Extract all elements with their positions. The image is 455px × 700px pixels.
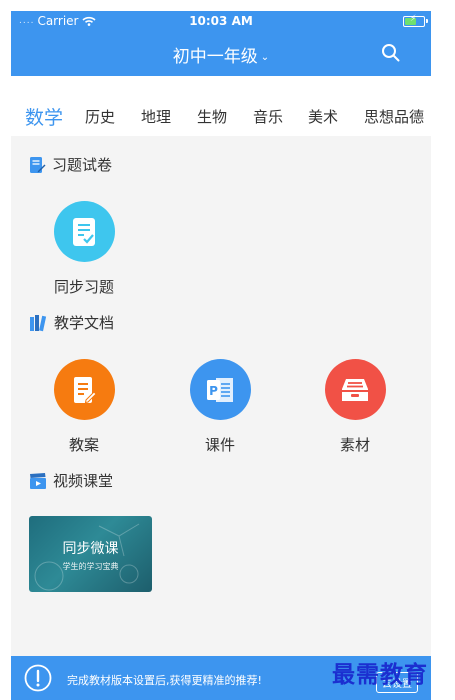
section-exercises-title: 习题试卷 (29, 154, 112, 175)
tile-icon-circle (324, 359, 386, 420)
tab-math[interactable]: 数学 (25, 103, 63, 130)
section-title-text: 教学文档 (54, 314, 115, 332)
banner-text: 完成教材版本设置后,获得更精准的推荐! (67, 674, 262, 687)
video-card-title: 同步微课 (62, 541, 119, 557)
materials-tile[interactable]: 素材 (295, 359, 415, 455)
section-documents-title: 教学文档 (29, 312, 114, 333)
section-title-text: 习题试卷 (52, 156, 113, 174)
tab-biology[interactable]: 生物 (197, 106, 227, 127)
lesson-plan-icon (74, 376, 97, 403)
watermark-logo: 最需教育 (332, 661, 428, 688)
section-videos-title: 视频课堂 (29, 470, 113, 491)
phone-screen: .... Carrier 10:03 AM ⚡ 初中一年级 ⌄ 数学 历史 地理… (11, 11, 431, 700)
battery-icon: ⚡ (403, 14, 425, 27)
tile-icon-circle (53, 201, 115, 262)
tile-label: 教案 (68, 436, 99, 454)
archive-box-icon (342, 378, 368, 401)
tab-music[interactable]: 音乐 (253, 106, 283, 127)
tab-geography[interactable]: 地理 (141, 106, 171, 127)
powerpoint-icon: P (207, 377, 233, 402)
section-title-text: 视频课堂 (53, 472, 114, 490)
checklist-icon (73, 217, 95, 246)
charging-icon: ⚡ (410, 14, 417, 24)
grade-selector[interactable]: 初中一年级 ⌄ (11, 42, 431, 67)
status-time: 10:03 AM (189, 14, 253, 28)
chevron-down-icon: ⌄ (260, 52, 270, 63)
books-icon (30, 314, 47, 331)
micro-lesson-card[interactable]: 同步微课 学生的学习宝典 (29, 516, 152, 592)
tab-history[interactable]: 历史 (85, 106, 115, 127)
tile-icon-circle: P (189, 359, 251, 420)
sync-exercises-tile[interactable]: 同步习题 (24, 201, 144, 297)
lesson-plan-tile[interactable]: 教案 (24, 359, 144, 455)
subject-tabs: 数学 历史 地理 生物 音乐 美术 思想品德 (11, 76, 431, 136)
status-bar: .... Carrier 10:03 AM ⚡ (11, 11, 431, 31)
tile-label: 同步习题 (53, 278, 114, 296)
document-edit-icon (30, 156, 46, 173)
grade-title: 初中一年级 (172, 47, 258, 67)
tab-art[interactable]: 美术 (308, 106, 338, 127)
top-bar: .... Carrier 10:03 AM ⚡ 初中一年级 ⌄ (11, 11, 431, 76)
video-card-subtitle: 学生的学习宝典 (62, 562, 119, 571)
tile-label: 课件 (204, 436, 235, 454)
info-icon (24, 664, 52, 692)
courseware-tile[interactable]: P 课件 (160, 359, 280, 455)
clapperboard-icon (30, 472, 46, 489)
svg-text:P: P (209, 384, 218, 398)
battery-tip (426, 19, 428, 23)
search-button[interactable] (381, 43, 401, 63)
tile-icon-circle (53, 359, 115, 420)
search-icon (382, 44, 400, 62)
tile-label: 素材 (339, 436, 370, 454)
tab-moral-education[interactable]: 思想品德 (364, 106, 424, 127)
